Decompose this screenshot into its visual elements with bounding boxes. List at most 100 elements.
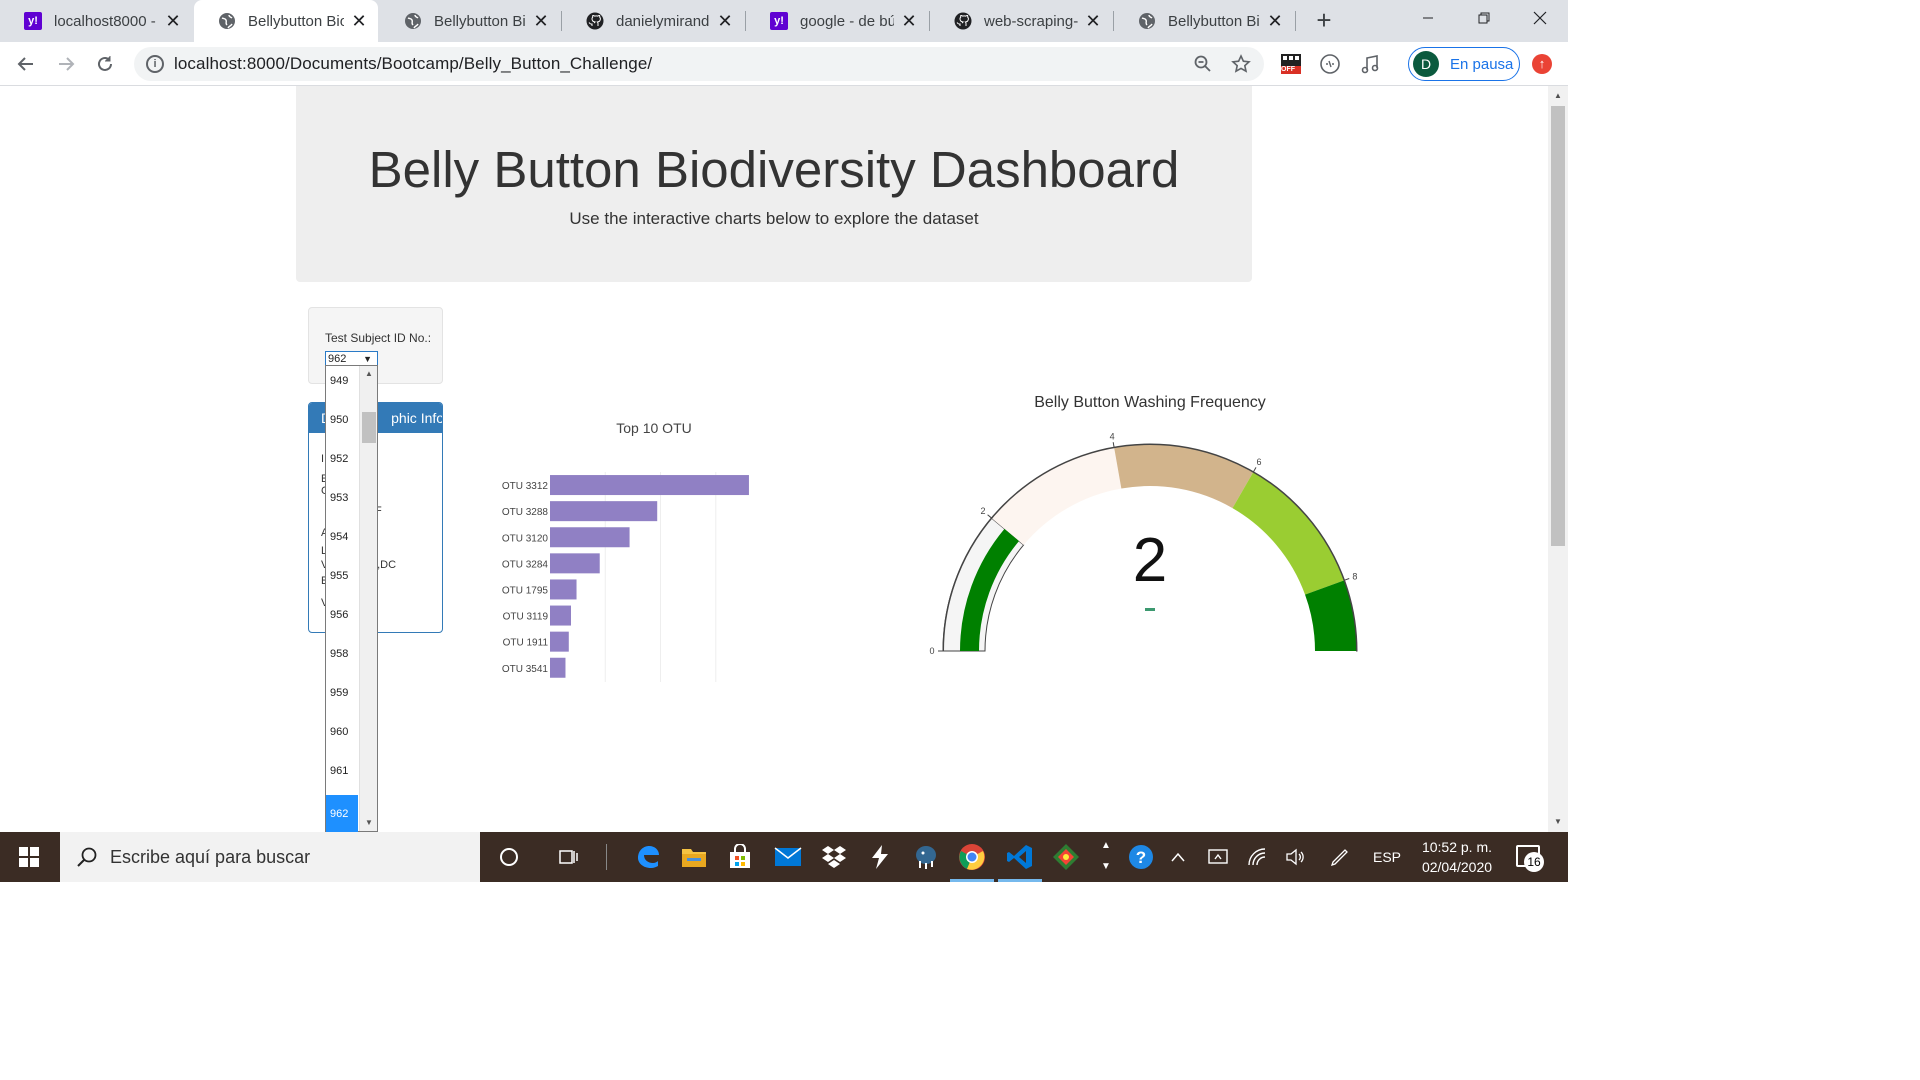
zoom-icon[interactable] bbox=[1192, 53, 1214, 75]
scrollbar-thumb[interactable] bbox=[362, 412, 376, 443]
profile-button[interactable]: D En pausa bbox=[1408, 47, 1520, 81]
gauge-value: 2 bbox=[1133, 526, 1167, 595]
url-text[interactable]: localhost:8000/Documents/Bootcamp/Belly_… bbox=[174, 54, 652, 74]
scroll-down-icon[interactable]: ▼ bbox=[360, 815, 378, 831]
reload-button[interactable] bbox=[91, 50, 119, 78]
extension-off-icon[interactable]: OFF bbox=[1279, 52, 1303, 76]
gauge-tick-label: 8 bbox=[1352, 571, 1357, 581]
gauge-title: Belly Button Washing Frequency bbox=[1034, 394, 1266, 411]
app-bolt-icon[interactable] bbox=[864, 841, 896, 873]
pen-icon[interactable] bbox=[1326, 832, 1354, 882]
dropdown-option[interactable]: 961 bbox=[326, 756, 358, 795]
tab-2[interactable]: Bellybutton Bioc ✕ bbox=[380, 0, 560, 42]
scroll-up-icon[interactable]: ▲ bbox=[360, 366, 378, 382]
dropdown-option[interactable]: 960 bbox=[326, 717, 358, 756]
tab-title: Bellybutton Bioc bbox=[434, 12, 526, 30]
restore-button[interactable] bbox=[1456, 0, 1512, 36]
y-tick-label: OTU 3312 bbox=[502, 481, 549, 492]
clock[interactable]: 10:52 p. m. 02/04/2020 bbox=[1412, 837, 1502, 877]
task-view-icon[interactable] bbox=[552, 841, 584, 873]
chrome-icon[interactable] bbox=[956, 841, 988, 873]
gauge-band bbox=[991, 447, 1122, 545]
start-button[interactable] bbox=[0, 832, 58, 882]
browser-toolbar: i localhost:8000/Documents/Bootcamp/Bell… bbox=[0, 42, 1568, 86]
app-diamond-icon[interactable] bbox=[1050, 841, 1082, 873]
close-tab-icon[interactable]: ✕ bbox=[900, 12, 918, 30]
close-tab-icon[interactable]: ✕ bbox=[1084, 12, 1102, 30]
dropdown-option[interactable]: 954 bbox=[326, 522, 358, 561]
scroll-up-icon[interactable]: ▲ bbox=[1548, 88, 1568, 104]
dropdown-option[interactable]: 959 bbox=[326, 678, 358, 717]
file-explorer-icon[interactable] bbox=[678, 841, 710, 873]
store-icon[interactable] bbox=[724, 841, 756, 873]
dropdown-option[interactable]: 950 bbox=[326, 405, 358, 444]
extension-circle-icon[interactable] bbox=[1318, 52, 1342, 76]
address-bar[interactable]: i localhost:8000/Documents/Bootcamp/Bell… bbox=[134, 47, 1264, 81]
language-indicator[interactable]: ESP bbox=[1366, 832, 1408, 882]
taskbar-search[interactable]: Escribe aquí para buscar bbox=[60, 832, 480, 882]
dropdown-option[interactable]: 958 bbox=[326, 639, 358, 678]
close-window-button[interactable] bbox=[1512, 0, 1568, 36]
dropdown-scrollbar[interactable]: ▲ ▼ bbox=[359, 366, 377, 831]
back-button[interactable] bbox=[12, 50, 40, 78]
tab-6[interactable]: Bellybutton Bioc ✕ bbox=[1114, 0, 1294, 42]
dropdown-option[interactable]: 953 bbox=[326, 483, 358, 522]
notification-center-icon[interactable]: 16 bbox=[1516, 845, 1544, 872]
globe-icon bbox=[1138, 12, 1156, 30]
clock-time: 10:52 p. m. bbox=[1421, 839, 1493, 855]
tab-title: google - de bús bbox=[800, 12, 894, 30]
volume-icon[interactable] bbox=[1282, 832, 1310, 882]
forward-button[interactable] bbox=[52, 50, 80, 78]
profile-status: En pausa bbox=[1450, 55, 1514, 73]
tab-0[interactable]: y! localhost8000 - ✕ bbox=[0, 0, 192, 42]
close-tab-icon[interactable]: ✕ bbox=[164, 12, 182, 30]
wifi-icon[interactable] bbox=[1244, 832, 1272, 882]
bar bbox=[550, 553, 600, 574]
postgresql-icon[interactable] bbox=[910, 841, 942, 873]
bar bbox=[550, 579, 577, 600]
music-note-icon[interactable] bbox=[1358, 52, 1382, 76]
help-icon[interactable]: ? bbox=[1124, 832, 1158, 882]
github-icon bbox=[586, 12, 604, 30]
close-tab-icon[interactable]: ✕ bbox=[1266, 12, 1284, 30]
dropdown-option[interactable]: 955 bbox=[326, 561, 358, 600]
restore-icon bbox=[1478, 12, 1490, 24]
vscode-icon[interactable] bbox=[1004, 841, 1036, 873]
mail-icon[interactable] bbox=[772, 841, 804, 873]
page-content: Belly Button Biodiversity Dashboard Use … bbox=[0, 86, 1548, 832]
scrollbar-thumb[interactable] bbox=[1551, 106, 1565, 546]
search-icon bbox=[77, 847, 97, 867]
star-icon[interactable] bbox=[1230, 53, 1252, 75]
subject-select-dropdown[interactable]: ▲ ▼ 949 950 952 953 954 955 956 958 959 960 961 962 bbox=[325, 365, 378, 832]
tab-title: web-scraping-cl bbox=[984, 12, 1078, 30]
update-icon[interactable]: ↑ bbox=[1532, 54, 1552, 74]
dropbox-icon[interactable] bbox=[818, 841, 850, 873]
device-icon[interactable] bbox=[1204, 832, 1232, 882]
tab-5[interactable]: web-scraping-cl ✕ bbox=[930, 0, 1112, 42]
bar bbox=[550, 475, 749, 496]
new-tab-button[interactable]: + bbox=[1310, 6, 1338, 34]
info-icon[interactable]: i bbox=[146, 55, 164, 73]
dropdown-option[interactable]: 962 bbox=[326, 795, 358, 832]
tab-3[interactable]: danielymiranda. ✕ bbox=[562, 0, 744, 42]
tab-1[interactable]: Bellybutton Bioc ✕ bbox=[194, 0, 378, 42]
jumbotron: Belly Button Biodiversity Dashboard Use … bbox=[296, 86, 1252, 282]
dropdown-option[interactable]: 949 bbox=[326, 366, 358, 405]
dropdown-option[interactable]: 952 bbox=[326, 444, 358, 483]
tab-4[interactable]: y! google - de bús ✕ bbox=[746, 0, 928, 42]
dropdown-option[interactable]: 956 bbox=[326, 600, 358, 639]
edge-icon[interactable] bbox=[632, 841, 664, 873]
cortana-icon[interactable] bbox=[493, 841, 525, 873]
close-tab-icon[interactable]: ✕ bbox=[716, 12, 734, 30]
close-tab-icon[interactable]: ✕ bbox=[350, 12, 368, 30]
taskbar-overflow[interactable]: ▲ ▼ bbox=[1098, 832, 1114, 882]
tab-title: Bellybutton Bioc bbox=[248, 12, 344, 30]
chevron-up-icon[interactable] bbox=[1166, 832, 1190, 882]
gauge-tick-label: 0 bbox=[929, 646, 934, 656]
reload-icon bbox=[98, 56, 112, 71]
scroll-down-icon[interactable]: ▼ bbox=[1548, 814, 1568, 830]
page-scrollbar[interactable]: ▲ ▼ bbox=[1548, 86, 1568, 832]
minimize-button[interactable] bbox=[1400, 0, 1456, 36]
globe-icon bbox=[218, 12, 236, 30]
close-tab-icon[interactable]: ✕ bbox=[532, 12, 550, 30]
